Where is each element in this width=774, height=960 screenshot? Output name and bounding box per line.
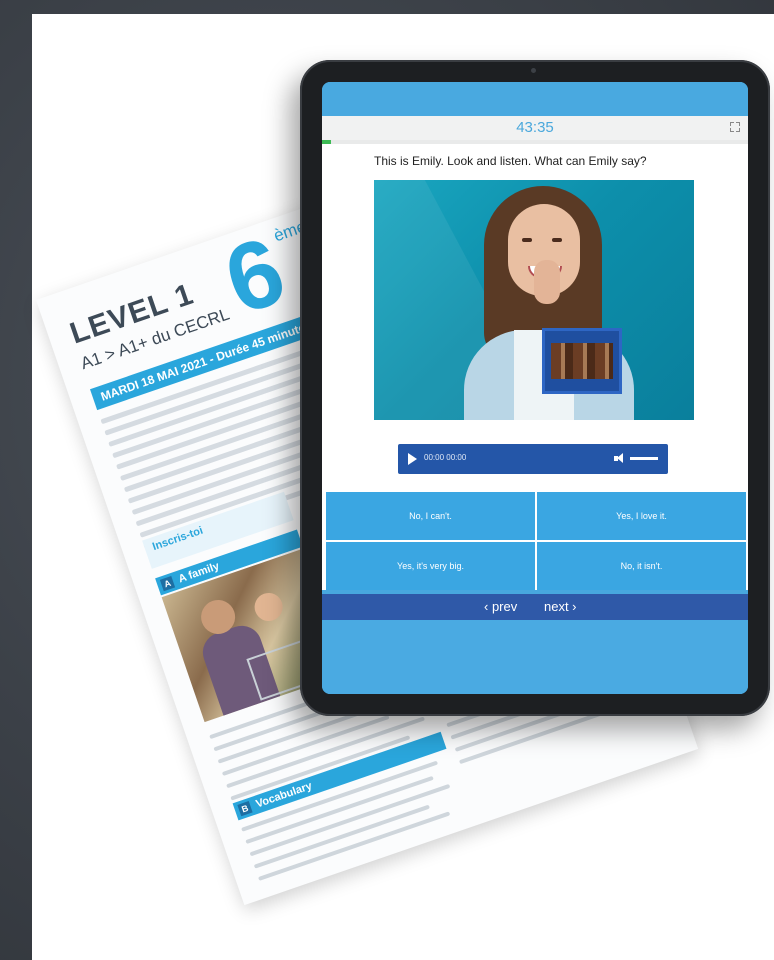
- paper-section-b-num: B: [237, 801, 253, 817]
- timer-bar: 43:35: [322, 116, 748, 141]
- navigation-bar: ‹ prev next ›: [322, 594, 748, 620]
- countdown-timer: 43:35: [516, 119, 554, 136]
- screen-footer: [322, 620, 748, 694]
- question-image: [374, 180, 694, 420]
- next-button[interactable]: next ›: [544, 599, 577, 614]
- question-text: This is Emily. Look and listen. What can…: [374, 154, 647, 168]
- volume-icon[interactable]: [614, 453, 624, 463]
- prev-button[interactable]: ‹ prev: [484, 599, 517, 614]
- audio-time: 00:00 00:00: [424, 453, 467, 462]
- audio-player[interactable]: 00:00 00:00: [398, 444, 668, 474]
- tablet-device: 43:35 This is Emily. Look and listen. Wh…: [300, 60, 770, 716]
- answer-option-1[interactable]: No, I can't.: [326, 492, 535, 540]
- answer-option-2[interactable]: Yes, I love it.: [537, 492, 746, 540]
- play-icon[interactable]: [408, 453, 417, 465]
- paper-section-a-num: A: [159, 576, 176, 592]
- question-area: This is Emily. Look and listen. What can…: [322, 144, 748, 518]
- fullscreen-icon[interactable]: [730, 122, 740, 132]
- screen-header: [322, 82, 748, 116]
- volume-slider[interactable]: [630, 457, 658, 460]
- answer-grid: No, I can't. Yes, I love it. Yes, it's v…: [322, 490, 748, 590]
- answer-option-3[interactable]: Yes, it's very big.: [326, 542, 535, 590]
- tablet-screen: 43:35 This is Emily. Look and listen. Wh…: [322, 82, 748, 694]
- answer-option-4[interactable]: No, it isn't.: [537, 542, 746, 590]
- camera-icon: [531, 68, 536, 73]
